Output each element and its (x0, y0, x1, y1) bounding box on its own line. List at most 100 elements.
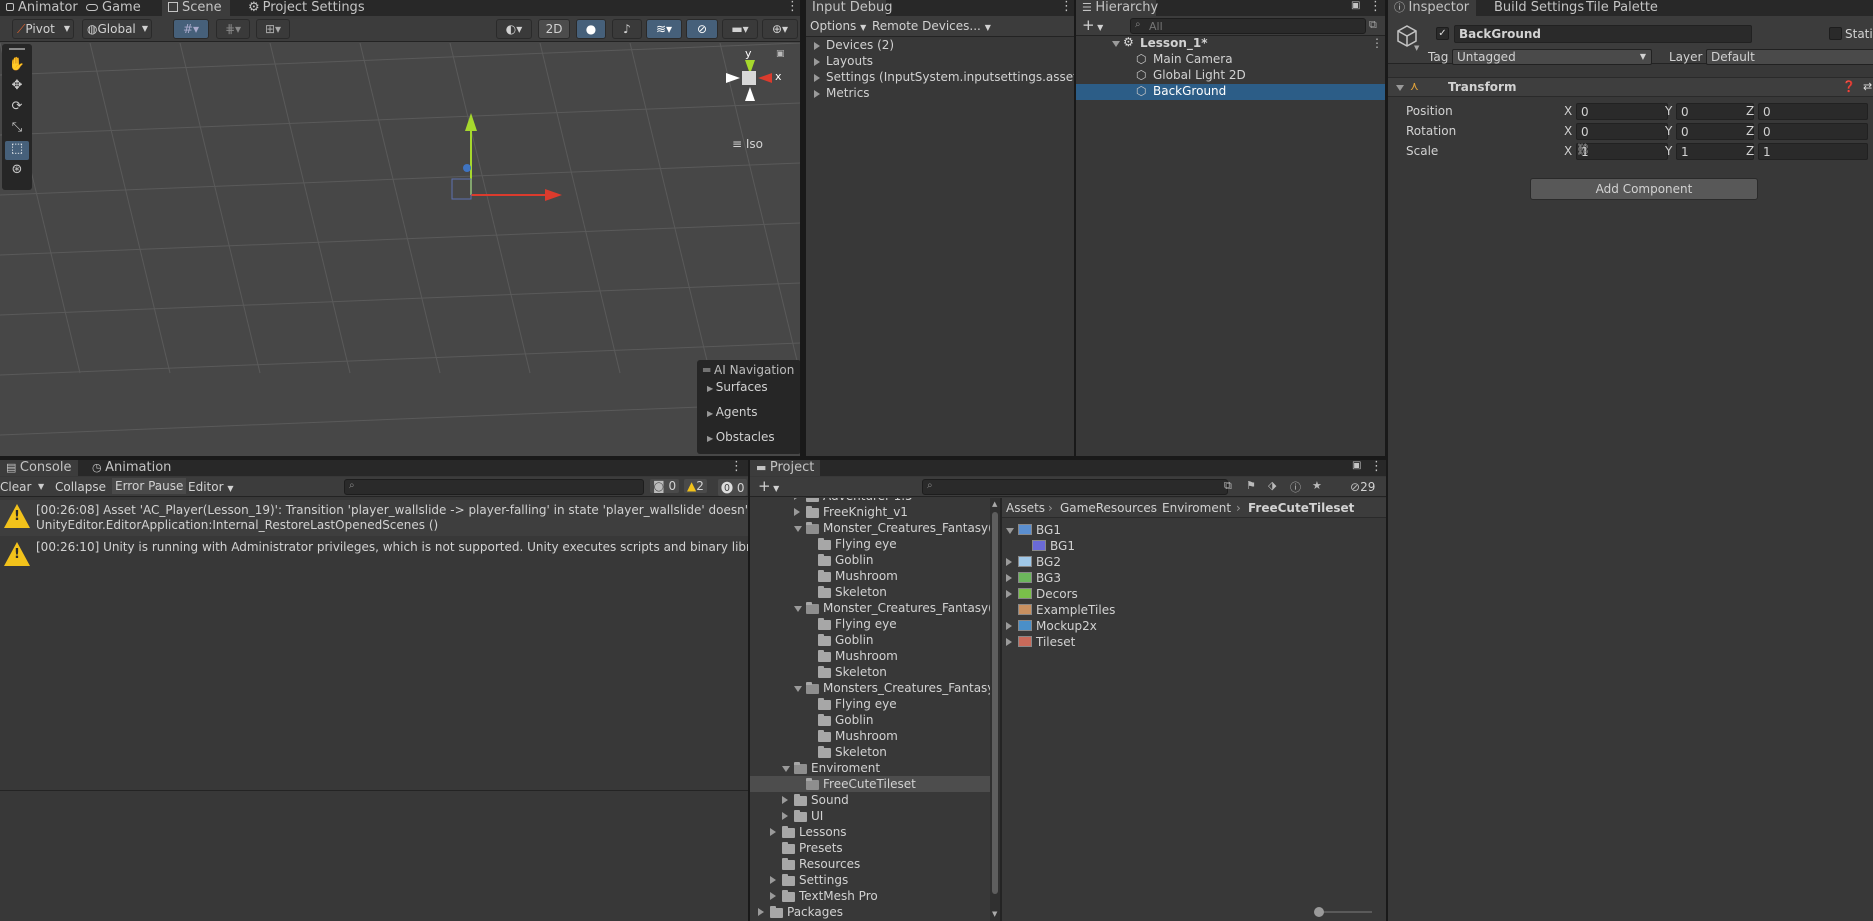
info-count-toggle[interactable]: ◙ 0 (650, 479, 680, 493)
axis-y-label[interactable]: Y (1665, 104, 1672, 118)
expand-arrow-icon[interactable] (814, 74, 820, 82)
lock-icon[interactable]: ▣ (1351, 0, 1360, 11)
breadcrumb-gameresources[interactable]: GameResources (1060, 501, 1157, 515)
static-checkbox[interactable] (1829, 27, 1842, 40)
add-object-button[interactable]: + ▼ (1082, 17, 1103, 36)
collapse-arrow-icon[interactable] (1006, 528, 1014, 534)
input-debug-menu-icon[interactable]: ⋮ (1060, 0, 1073, 16)
icon-size-slider[interactable] (1314, 907, 1372, 917)
folder-tree-item[interactable]: Flying eye (750, 616, 990, 632)
expand-arrow-icon[interactable] (1006, 622, 1012, 630)
pivot-dropdown[interactable]: ⟋Pivot ▼ (12, 19, 74, 39)
rotate-tool-icon[interactable]: ⟳ (5, 99, 29, 118)
help-icon[interactable]: ❓ (1842, 80, 1856, 93)
tab-project[interactable]: ▬ Project (750, 460, 820, 476)
transform-header[interactable]: ⋏ Transform ❓ ⇄ (1388, 77, 1873, 97)
camera-settings-button[interactable]: ▬▾ (722, 19, 758, 39)
scene-viewport[interactable]: y x ▣ ≡ Iso ✋ ✥ ⟳ ⤡ ⬚ ⊛ ═ AI Navigation … (0, 43, 800, 456)
grid-snap-button[interactable]: #▾ (173, 19, 209, 39)
position-y-field[interactable]: 0 (1676, 103, 1754, 120)
ai-nav-agents[interactable]: ▶ Agents (707, 405, 757, 419)
asset-item[interactable]: Decors (1002, 586, 1386, 602)
rect-tool-icon[interactable]: ⬚ (5, 141, 29, 160)
transform-row-label[interactable]: Position (1406, 104, 1453, 118)
folder-tree-item[interactable]: FreeCuteTileset (750, 776, 990, 792)
orientation-gizmo[interactable]: y x ▣ (722, 47, 785, 107)
transform-row-label[interactable]: Rotation (1406, 124, 1456, 138)
tab-build-settings[interactable]: Build Settings (1488, 0, 1590, 16)
console-search[interactable]: ⌕ (344, 479, 644, 495)
hierarchy-search-input[interactable] (1149, 19, 1359, 33)
constrain-proportions-icon[interactable]: ⛓ (1576, 143, 1590, 156)
breadcrumb-enviroment[interactable]: Enviroment (1162, 501, 1231, 515)
hand-tool-icon[interactable]: ✋ (5, 57, 29, 76)
folder-tree-item[interactable]: Mushroom (750, 728, 990, 744)
favorite-star-icon[interactable]: ★ (1312, 479, 1322, 492)
folder-tree-item[interactable]: Packages (750, 904, 990, 920)
filter-type-icon[interactable]: ⚑ (1246, 479, 1256, 492)
tab-input-debug[interactable]: Input Debug (806, 0, 893, 16)
tab-game[interactable]: Game (80, 0, 147, 16)
gizmos-button[interactable]: ⊕▾ (762, 19, 798, 39)
collapse-arrow-icon[interactable] (782, 766, 790, 772)
search-by-type-icon[interactable]: ⧉ (1224, 479, 1232, 493)
project-menu-icon[interactable]: ⋮ (1370, 460, 1383, 476)
asset-item[interactable]: Tileset (1002, 634, 1386, 650)
expand-arrow-icon[interactable] (1006, 574, 1012, 582)
expand-arrow-icon[interactable] (814, 58, 820, 66)
scrollbar-thumb[interactable] (992, 512, 998, 894)
expand-arrow-icon[interactable] (770, 876, 776, 884)
editor-dropdown[interactable]: Editor ▼ (188, 480, 234, 494)
collapse-arrow-icon[interactable] (794, 606, 802, 612)
error-count-toggle[interactable]: ⓿ 0 (718, 479, 748, 496)
expand-arrow-icon[interactable] (1112, 41, 1120, 47)
hidden-objects-toggle[interactable]: ⊘ (686, 19, 718, 39)
asset-item[interactable]: BG1 (1002, 522, 1386, 538)
expand-arrow-icon[interactable] (782, 812, 788, 820)
folder-tree-scrollbar[interactable]: ▲ ▼ (990, 498, 1000, 921)
collapse-arrow-icon[interactable] (1396, 85, 1404, 91)
folder-tree-item[interactable]: Flying eye (750, 536, 990, 552)
folder-tree-item[interactable]: Flying eye (750, 696, 990, 712)
filter-label-icon[interactable]: ⬗ (1268, 479, 1276, 492)
remote-devices-dropdown[interactable]: Remote Devices... ▼ (872, 19, 991, 33)
position-x-field[interactable]: 0 (1576, 103, 1668, 120)
add-component-button[interactable]: Add Component (1530, 178, 1758, 200)
asset-item[interactable]: BG3 (1002, 570, 1386, 586)
options-dropdown[interactable]: Options ▼ (810, 19, 866, 33)
hierarchy-item[interactable]: ⬡ Global Light 2D (1076, 68, 1385, 84)
warning-count-toggle[interactable]: ▲2 (684, 479, 707, 493)
expand-arrow-icon[interactable] (814, 42, 820, 50)
scene-menu-icon[interactable]: ⋮ (1371, 36, 1383, 50)
expand-arrow-icon[interactable] (794, 498, 800, 500)
console-message-2[interactable]: ! [00:26:10] Unity is running with Admin… (0, 536, 748, 572)
folder-tree-item[interactable]: FreeKnight_v1 (750, 504, 990, 520)
tab-inspector[interactable]: ⓘ Inspector (1388, 0, 1476, 16)
shading-mode-button[interactable]: ◐▾ (496, 19, 532, 39)
expand-arrow-icon[interactable] (1006, 590, 1012, 598)
global-dropdown[interactable]: ◍Global ▼ (82, 19, 152, 39)
lock-icon[interactable]: ▣ (776, 49, 785, 59)
folder-tree-item[interactable]: Resources (750, 856, 990, 872)
folder-tree-item[interactable]: Monsters_Creatures_Fantasy (750, 680, 990, 696)
tab-console[interactable]: ▤ Console (0, 460, 78, 476)
folder-tree-item[interactable]: Presets (750, 840, 990, 856)
error-pause-button[interactable]: Error Pause (112, 478, 187, 494)
scale-y-field[interactable]: 1 (1676, 143, 1754, 160)
tab-animator[interactable]: Animator (0, 0, 84, 16)
layer-dropdown[interactable]: Default (1706, 49, 1873, 65)
input-debug-item[interactable]: Layouts (806, 54, 1074, 70)
project-search[interactable]: ⌕ (922, 479, 1228, 495)
folder-tree-item[interactable]: Goblin (750, 712, 990, 728)
tab-scene[interactable]: Scene (162, 0, 230, 16)
toggle-2d-button[interactable]: 2D (538, 19, 570, 39)
hierarchy-item[interactable]: ⬡ Main Camera (1076, 52, 1385, 68)
console-message-1[interactable]: ! [00:26:08] Asset 'AC_Player(Lesson_19)… (0, 500, 748, 536)
active-checkbox[interactable]: ✓ (1436, 27, 1449, 40)
axis-x-label[interactable]: X (1564, 104, 1572, 118)
axis-z-label[interactable]: Z (1746, 124, 1754, 138)
position-z-field[interactable]: 0 (1758, 103, 1868, 120)
filter-log-icon[interactable]: ⓘ (1290, 479, 1301, 495)
collapse-arrow-icon[interactable] (794, 526, 802, 532)
input-debug-item[interactable]: Devices (2) (806, 38, 1074, 54)
